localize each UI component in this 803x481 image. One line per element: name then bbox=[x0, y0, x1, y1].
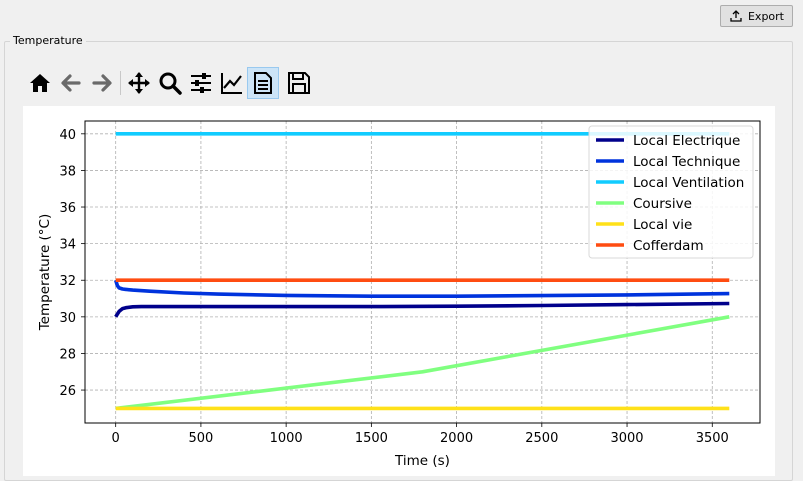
back-button[interactable] bbox=[55, 67, 87, 99]
configure-subplots-icon bbox=[191, 73, 211, 93]
y-tick-label: 28 bbox=[59, 347, 76, 362]
edit-axes-button[interactable] bbox=[216, 67, 248, 99]
x-axis-label: Time (s) bbox=[394, 453, 450, 469]
legend-label: Local Technique bbox=[633, 154, 740, 170]
pan-button[interactable] bbox=[123, 67, 155, 99]
x-tick-label: 2000 bbox=[440, 431, 473, 446]
x-tick-label: 0 bbox=[112, 431, 120, 446]
export-label: Export bbox=[747, 9, 784, 23]
x-tick-label: 500 bbox=[188, 431, 213, 446]
forward-button[interactable] bbox=[86, 67, 118, 99]
toolbar-separator bbox=[120, 71, 121, 95]
legend-document-icon bbox=[254, 72, 272, 94]
y-axis-label: Temperature (°C) bbox=[37, 214, 53, 332]
pan-move-icon bbox=[128, 72, 150, 94]
y-tick-label: 36 bbox=[59, 201, 76, 216]
save-button[interactable] bbox=[283, 67, 315, 99]
legend-label: Local Electrique bbox=[633, 133, 740, 149]
x-tick-label: 1000 bbox=[270, 431, 303, 446]
upload-icon bbox=[730, 10, 742, 22]
temperature-chart[interactable]: 0 500 1000 1500 2000 2500 3000 3500 26 28 30 32 34 36… bbox=[23, 106, 775, 476]
y-tick-label: 26 bbox=[59, 384, 76, 399]
legend-label: Local Ventilation bbox=[633, 175, 744, 191]
y-tick-label: 34 bbox=[59, 238, 76, 253]
legend-label: Cofferdam bbox=[633, 238, 704, 254]
legend: Local Electrique Local Technique Local Ven… bbox=[588, 125, 754, 259]
edit-axis-curve-icon bbox=[221, 73, 242, 94]
group-title: Temperature bbox=[10, 34, 86, 47]
save-floppy-icon bbox=[288, 72, 310, 94]
back-arrow-icon bbox=[61, 74, 81, 92]
x-tick-label: 3000 bbox=[610, 431, 643, 446]
series-line-coursive bbox=[115, 315, 730, 411]
series-line-local-technique bbox=[113, 279, 730, 298]
zoom-magnifier-icon bbox=[159, 72, 182, 95]
y-tick-label: 30 bbox=[59, 311, 76, 326]
zoom-button[interactable] bbox=[154, 67, 186, 99]
legend-button[interactable] bbox=[247, 67, 279, 99]
home-icon bbox=[30, 74, 50, 92]
y-tick-label: 40 bbox=[59, 128, 76, 143]
x-tick-label: 3500 bbox=[696, 431, 729, 446]
series-line-local-electrique bbox=[114, 301, 730, 318]
home-button[interactable] bbox=[24, 67, 56, 99]
forward-arrow-icon bbox=[92, 74, 112, 92]
x-tick-label: 1500 bbox=[355, 431, 388, 446]
y-tick-label: 38 bbox=[59, 164, 76, 179]
export-button[interactable]: Export bbox=[720, 5, 793, 27]
legend-label: Coursive bbox=[633, 196, 692, 212]
plot-figure: 0 500 1000 1500 2000 2500 3000 3500 26 28 30 32 34 36… bbox=[23, 106, 775, 476]
subplots-button[interactable] bbox=[185, 67, 217, 99]
y-tick-label: 32 bbox=[59, 274, 76, 289]
legend-label: Local vie bbox=[633, 217, 692, 233]
x-tick-label: 2500 bbox=[525, 431, 558, 446]
